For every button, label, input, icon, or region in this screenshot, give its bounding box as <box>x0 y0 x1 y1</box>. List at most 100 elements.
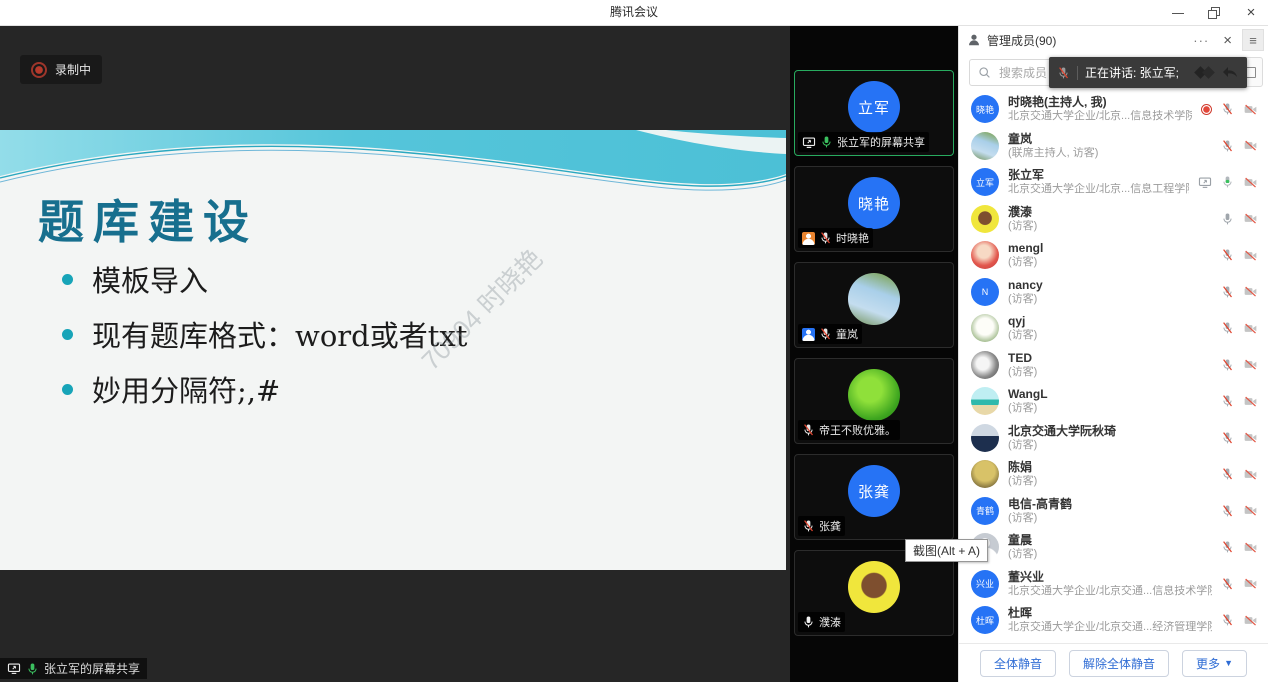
participant-affiliation: (访客) <box>1008 475 1212 488</box>
participant-row[interactable]: 杜晖 杜晖 北京交通大学企业/北京交通...经济管理学院 <box>959 602 1268 639</box>
video-tile[interactable]: 濮溙 <box>794 550 954 636</box>
divider <box>1077 66 1078 80</box>
participant-row[interactable]: 北京交通大学阮秋琦 (访客) <box>959 420 1268 457</box>
mic-green-icon <box>820 135 833 149</box>
participant-status-icons <box>1221 394 1260 408</box>
participant-name: mengl <box>1008 241 1212 256</box>
screen-gray-icon <box>1198 176 1212 189</box>
participant-row[interactable]: 立军 张立军 北京交通大学企业/北京...信息工程学院 <box>959 164 1268 201</box>
minimize-button[interactable] <box>1172 7 1184 19</box>
participant-row[interactable]: TED (访客) <box>959 347 1268 384</box>
avatar <box>848 561 900 613</box>
presentation-slide: 题库建设 模板导入 现有题库格式：word或者txt 妙用分隔符;,# 7090… <box>0 130 786 570</box>
avatar: 晓艳 <box>848 177 900 229</box>
participant-status-icons <box>1221 613 1260 627</box>
participant-name: nancy <box>1008 278 1212 293</box>
participant-status-icons <box>1198 175 1260 189</box>
video-tile-label: 帝王不败优雅。 <box>798 420 900 440</box>
video-tile-label: 张立军的屏幕共享 <box>798 132 929 152</box>
mic-muted-icon <box>1221 139 1234 153</box>
participant-status-icons <box>1221 358 1260 372</box>
cam-muted-icon <box>1243 431 1258 444</box>
cam-muted-icon <box>1243 139 1258 152</box>
mic-active-icon <box>26 662 39 676</box>
participant-row[interactable]: 陈娟 (访客) <box>959 456 1268 493</box>
participant-name: 时晓艳(主持人, 我) <box>1008 95 1192 110</box>
cam-muted-icon <box>1243 504 1258 517</box>
mic-white-icon <box>802 615 815 629</box>
participant-row[interactable]: 濮溙 (访客) <box>959 201 1268 238</box>
recording-icon <box>31 62 47 78</box>
participant-name: qyj <box>1008 314 1212 329</box>
avatar: 立军 <box>848 81 900 133</box>
participant-status-icons <box>1221 212 1260 226</box>
cam-muted-icon <box>1243 285 1258 298</box>
panel-layout-button[interactable]: ≡ <box>1242 29 1264 51</box>
screen-share-stage: 录制中 题库建设 模板导入 现有题库格式：word或者txt 妙用分隔符;,# … <box>0 25 790 682</box>
video-tile[interactable]: 张龚 张龚 <box>794 454 954 540</box>
video-tile-label: 童岚 <box>798 324 862 344</box>
participant-row[interactable]: 童晨 (访客) <box>959 529 1268 566</box>
participant-status-icons <box>1221 467 1260 481</box>
video-tile[interactable]: 晓艳 时晓艳 <box>794 166 954 252</box>
participant-status-icons <box>1221 504 1260 518</box>
video-tile[interactable]: 立军 张立军的屏幕共享 <box>794 70 954 156</box>
participant-row[interactable]: 晓艳 时晓艳(主持人, 我) 北京交通大学企业/北京...信息技术学院 <box>959 91 1268 128</box>
speaking-toast: 正在讲话: 张立军; <box>1049 57 1247 88</box>
restore-button[interactable] <box>1208 7 1220 19</box>
participant-row[interactable]: 青鹤 电信-高青鹤 (访客) <box>959 493 1268 530</box>
window-title: 腾讯会议 <box>0 0 1268 25</box>
panel-menu-button[interactable]: ··· <box>1189 33 1213 48</box>
participant-affiliation: (联席主持人, 访客) <box>1008 147 1212 160</box>
bullet-dot <box>62 384 73 395</box>
cam-muted-icon <box>1243 614 1258 627</box>
participant-row[interactable]: 兴业 董兴业 北京交通大学企业/北京交通...信息技术学院 <box>959 566 1268 603</box>
window-titlebar: 腾讯会议 × <box>0 0 1268 26</box>
search-icon <box>978 66 991 79</box>
record-icon <box>1201 104 1212 115</box>
thumbnail-strip: 立军 张立军的屏幕共享 晓艳 时晓艳 童岚 帝王不败优雅。 张龚 张龚 <box>790 25 958 682</box>
participant-name: 张龚 <box>819 518 841 534</box>
participant-affiliation: (访客) <box>1008 366 1212 379</box>
cam-muted-icon <box>1243 358 1258 371</box>
cam-muted-icon <box>1243 103 1258 116</box>
participant-row[interactable]: 童岚 (联席主持人, 访客) <box>959 128 1268 165</box>
participant-row[interactable]: WangL (访客) <box>959 383 1268 420</box>
participant-name: WangL <box>1008 387 1212 402</box>
participant-name: 杜晖 <box>1008 606 1212 621</box>
mute-all-button[interactable]: 全体静音 <box>980 650 1056 677</box>
mic-muted-icon <box>1221 577 1234 591</box>
recording-label: 录制中 <box>55 61 91 78</box>
diamond-icons <box>1191 63 1221 83</box>
video-tile[interactable]: 帝王不败优雅。 <box>794 358 954 444</box>
participant-affiliation: (访客) <box>1008 256 1212 269</box>
participant-status-icons <box>1221 540 1260 554</box>
mic-muted-icon <box>1057 66 1070 80</box>
participant-name: 濮溙 <box>1008 205 1212 220</box>
mic-muted-icon <box>1221 613 1234 627</box>
participant-affiliation: (访客) <box>1008 329 1212 342</box>
panel-close-button[interactable]: × <box>1219 32 1236 49</box>
participant-affiliation: 北京交通大学企业/北京交通...信息技术学院 <box>1008 585 1212 598</box>
avatar <box>971 241 999 269</box>
mic-muted-icon <box>1221 504 1234 518</box>
members-icon <box>967 33 981 47</box>
cam-muted-icon <box>1243 176 1258 189</box>
unmute-all-button[interactable]: 解除全体静音 <box>1069 650 1169 677</box>
participant-row[interactable]: qyj (访客) <box>959 310 1268 347</box>
avatar <box>971 424 999 452</box>
member-panel: 管理成员(90) ··· × ≡ 正在讲话: 张立军; 晓艳 时晓艳(主持人, … <box>958 25 1268 682</box>
participant-name: 童晨 <box>1008 533 1212 548</box>
cam-muted-icon <box>1243 468 1258 481</box>
participant-status-icons <box>1221 431 1260 445</box>
video-tile[interactable]: 童岚 <box>794 262 954 348</box>
avatar: N <box>971 278 999 306</box>
participant-status-icons <box>1221 577 1260 591</box>
close-button[interactable]: × <box>1244 7 1258 19</box>
participant-affiliation: (访客) <box>1008 402 1212 415</box>
participant-affiliation: (访客) <box>1008 439 1212 452</box>
mic-muted-icon <box>1221 540 1234 554</box>
more-button[interactable]: 更多▼ <box>1182 650 1247 677</box>
participant-row[interactable]: N nancy (访客) <box>959 274 1268 311</box>
participant-row[interactable]: mengl (访客) <box>959 237 1268 274</box>
